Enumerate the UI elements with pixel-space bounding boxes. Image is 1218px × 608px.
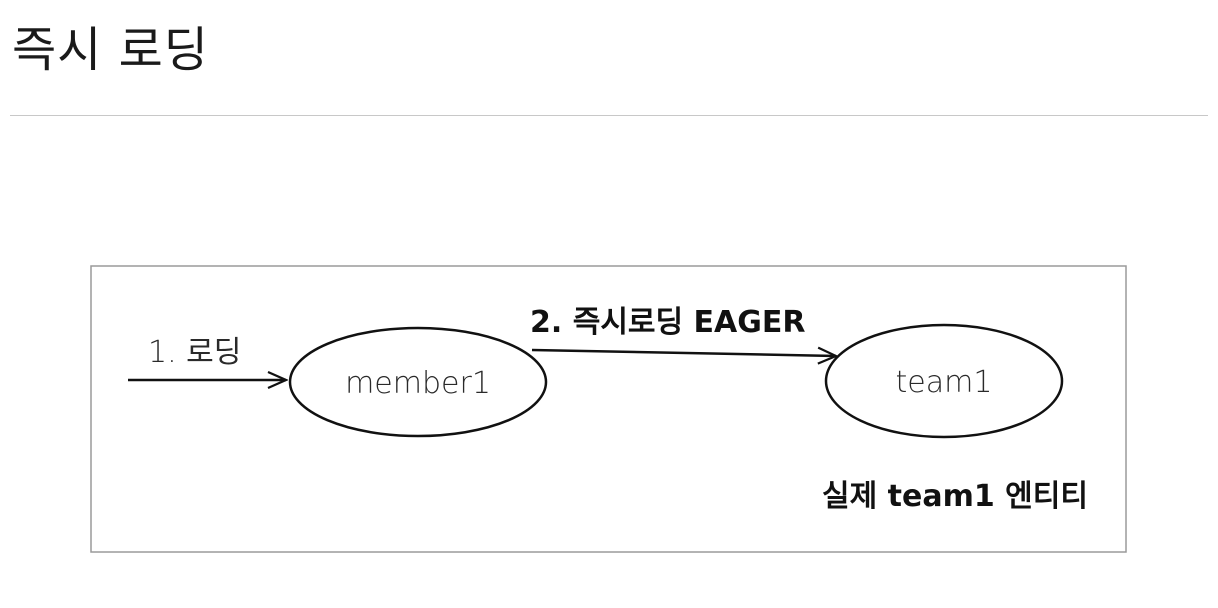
node-member1-label: member1 bbox=[345, 366, 491, 401]
edge-initial-load-label: 1. 로딩 bbox=[148, 335, 241, 370]
edge-eager-load-label: 2. 즉시로딩 EAGER bbox=[530, 305, 806, 340]
diagram: 1. 로딩 member1 2. 즉시로딩 EAGER team1 실제 tea… bbox=[90, 265, 1127, 553]
node-team1-label: team1 bbox=[896, 365, 993, 400]
diagram-caption: 실제 team1 엔티티 bbox=[822, 479, 1088, 514]
